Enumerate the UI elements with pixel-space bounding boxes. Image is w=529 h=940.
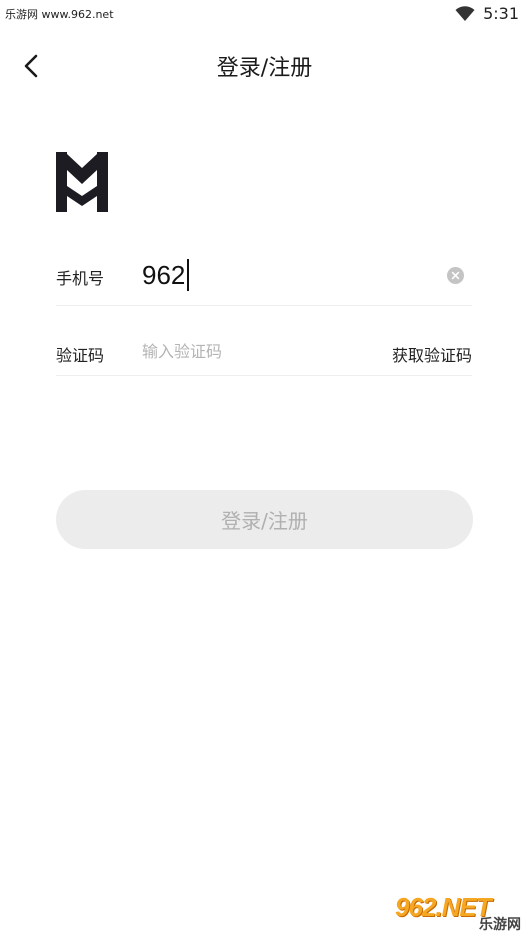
login-register-button[interactable]: 登录/注册: [56, 490, 473, 549]
code-field: 验证码 获取验证码: [56, 330, 472, 376]
status-bar: 乐游网 www.962.net 5:31: [0, 0, 529, 28]
phone-field: 手机号 962: [56, 248, 472, 306]
header: 登录/注册: [0, 44, 529, 88]
watermark-site-name: 乐游网: [479, 917, 521, 933]
code-label: 验证码: [56, 346, 105, 365]
clear-button[interactable]: [447, 267, 464, 284]
status-right: 5:31: [455, 4, 519, 23]
code-input[interactable]: [142, 339, 352, 363]
m-logo-icon: [56, 152, 108, 212]
page-title: 登录/注册: [216, 56, 313, 81]
status-left-text: 乐游网 www.962.net: [5, 8, 114, 21]
phone-input[interactable]: 962: [142, 259, 190, 291]
wifi-icon: [455, 5, 475, 22]
phone-label: 手机号: [56, 269, 105, 288]
get-code-button[interactable]: 获取验证码: [392, 342, 472, 366]
clear-circle-icon: [447, 267, 464, 284]
watermark-logo-text: 962.NET: [395, 892, 492, 922]
phone-value: 962: [142, 259, 186, 290]
watermark: 962.NET 乐游网: [395, 892, 523, 934]
status-time: 5:31: [483, 4, 519, 23]
text-caret: [187, 259, 190, 291]
